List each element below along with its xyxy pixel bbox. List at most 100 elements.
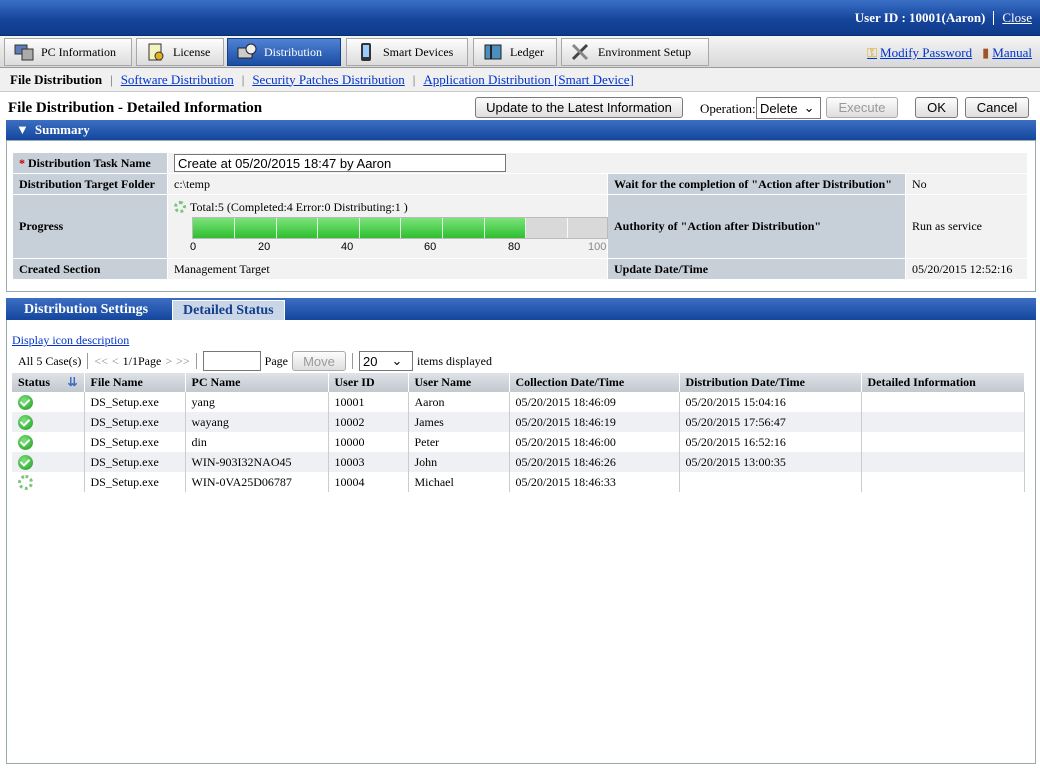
task-name-label-cell: * Distribution Task Name <box>12 152 168 174</box>
modify-password-link[interactable]: ⚿ Modify Password <box>867 45 972 61</box>
scale-label: 20 <box>258 240 271 253</box>
subnav-software-distribution[interactable]: Software Distribution <box>121 72 234 88</box>
tab-detailed-status[interactable]: Detailed Status <box>172 300 285 320</box>
column-header-pc-name[interactable]: PC Name <box>185 373 329 392</box>
created-section-value: Management Target <box>167 258 608 280</box>
case-count: All 5 Case(s) <box>18 353 82 368</box>
tab-distribution[interactable]: Distribution <box>227 38 341 66</box>
column-header-user-id[interactable]: User ID <box>328 373 409 392</box>
completed-check-icon <box>18 454 33 470</box>
task-name-label: Distribution Task Name <box>28 155 151 170</box>
ok-button[interactable]: OK <box>915 97 958 118</box>
column-label: Status <box>18 375 51 389</box>
execute-button[interactable]: Execute <box>826 97 898 118</box>
progress-summary: Total:5 (Completed:4 Error:0 Distributin… <box>174 200 408 215</box>
update-time-label: Update Date/Time <box>607 258 906 280</box>
task-name-input[interactable]: Create at 05/20/2015 18:47 by Aaron <box>174 154 506 172</box>
user-id-cell: 10003 <box>328 452 409 472</box>
target-folder-value: c:\temp <box>167 173 608 195</box>
distribution-time-cell: 05/20/2015 15:04:16 <box>679 392 862 412</box>
update-latest-button[interactable]: Update to the Latest Information <box>475 97 683 118</box>
tab-smart-devices[interactable]: Smart Devices <box>346 38 468 66</box>
collection-time-cell: 05/20/2015 18:46:09 <box>509 392 680 412</box>
progress-label: Progress <box>12 194 168 259</box>
tab-license[interactable]: License <box>136 38 224 66</box>
status-cell <box>12 472 85 492</box>
table-row[interactable]: DS_Setup.exe wayang 10002 James 05/20/2015 1… <box>12 412 1025 432</box>
tab-ledger[interactable]: Ledger <box>473 38 557 66</box>
status-table: Status ⇊ File Name PC Name User ID User N… <box>12 373 1025 492</box>
file-name-cell: DS_Setup.exe <box>84 452 186 472</box>
divider <box>351 353 353 369</box>
license-icon <box>145 42 167 62</box>
detail-tabs: Distribution Settings Detailed Status <box>6 298 1036 320</box>
tab-environment-setup[interactable]: Environment Setup <box>561 38 709 66</box>
manual-link[interactable]: ▮ Manual <box>982 45 1032 61</box>
prev-page-link[interactable]: < <box>112 354 119 369</box>
close-link[interactable]: Close <box>1002 10 1032 26</box>
first-page-link[interactable]: << <box>94 354 108 369</box>
pager: All 5 Case(s) << < 1/1Page > >> Page Mov… <box>18 351 492 371</box>
table-row[interactable]: DS_Setup.exe WIN-0VA25D06787 10004 Michael 0… <box>12 472 1025 492</box>
completed-check-icon <box>18 414 33 430</box>
subnav-application-distribution[interactable]: Application Distribution [Smart Device] <box>423 72 633 88</box>
table-header-row: Status ⇊ File Name PC Name User ID User N… <box>12 373 1025 392</box>
ledger-icon <box>482 42 504 62</box>
page-number-input[interactable] <box>202 351 261 371</box>
status-cell <box>12 432 85 452</box>
progress-cell: Total:5 (Completed:4 Error:0 Distributin… <box>167 194 608 259</box>
scale-label: 80 <box>508 240 521 253</box>
last-page-link[interactable]: >> <box>176 354 190 369</box>
summary-header[interactable]: ▼ Summary <box>6 120 1036 140</box>
per-page-select[interactable]: 20 ⌄ <box>358 351 413 371</box>
tab-pc-information[interactable]: PC Information <box>4 38 132 66</box>
divider: | <box>412 71 416 87</box>
divider <box>87 353 89 369</box>
user-name-cell: Aaron <box>408 392 510 412</box>
scale-label: 60 <box>424 240 437 253</box>
tab-label: Smart Devices <box>383 44 454 59</box>
column-header-status[interactable]: Status ⇊ <box>12 373 85 392</box>
user-name-cell: Michael <box>408 472 510 492</box>
table-row[interactable]: DS_Setup.exe din 10000 Peter 05/20/2015 18:4… <box>12 432 1025 452</box>
per-page-value: 20 <box>362 353 378 369</box>
divider <box>195 353 197 369</box>
collection-time-cell: 05/20/2015 18:46:26 <box>509 452 680 472</box>
detailed-info-cell <box>861 412 1025 432</box>
nav-links: ⚿ Modify Password ▮ Manual <box>867 45 1032 61</box>
table-row[interactable]: DS_Setup.exe yang 10001 Aaron 05/20/2015 18:… <box>12 392 1025 412</box>
collection-time-cell: 05/20/2015 18:46:00 <box>509 432 680 452</box>
sort-icon: ⇊ <box>67 375 78 389</box>
cancel-button[interactable]: Cancel <box>965 97 1029 118</box>
pc-icon <box>13 42 35 62</box>
subnav-security-patches[interactable]: Security Patches Distribution <box>252 72 404 88</box>
table-row[interactable]: DS_Setup.exe WIN-903I32NAO45 10003 John 05/2… <box>12 452 1025 472</box>
status-cell <box>12 412 85 432</box>
next-page-link[interactable]: > <box>165 354 172 369</box>
main-nav: PC Information License Distribution Smar… <box>0 36 1040 68</box>
distribution-time-cell <box>679 472 862 492</box>
tab-distribution-settings[interactable]: Distribution Settings <box>14 300 158 320</box>
icon-description-link[interactable]: Display icon description <box>12 333 129 348</box>
tab-label: License <box>173 44 211 59</box>
scale-label: 40 <box>341 240 354 253</box>
column-header-collection-time[interactable]: Collection Date/Time <box>509 373 680 392</box>
column-header-distribution-time[interactable]: Distribution Date/Time <box>679 373 862 392</box>
divider: | <box>241 71 245 87</box>
divider: | <box>110 71 113 87</box>
file-name-cell: DS_Setup.exe <box>84 432 186 452</box>
column-header-detailed-info[interactable]: Detailed Information <box>861 373 1025 392</box>
column-header-file-name[interactable]: File Name <box>84 373 186 392</box>
detailed-info-cell <box>861 392 1025 412</box>
operation-select[interactable]: Delete ⌄ <box>756 97 821 119</box>
distribution-icon <box>236 42 258 62</box>
column-header-user-name[interactable]: User Name <box>408 373 510 392</box>
move-button[interactable]: Move <box>291 351 346 371</box>
completed-check-icon <box>18 394 33 410</box>
completed-check-icon <box>18 434 33 450</box>
distributing-spinner-icon <box>18 474 33 490</box>
file-name-cell: DS_Setup.exe <box>84 412 186 432</box>
tab-label: Distribution <box>264 44 323 59</box>
user-id-label: User ID : 10001(Aaron) <box>854 10 986 25</box>
chevron-down-icon: ⌄ <box>803 100 815 115</box>
